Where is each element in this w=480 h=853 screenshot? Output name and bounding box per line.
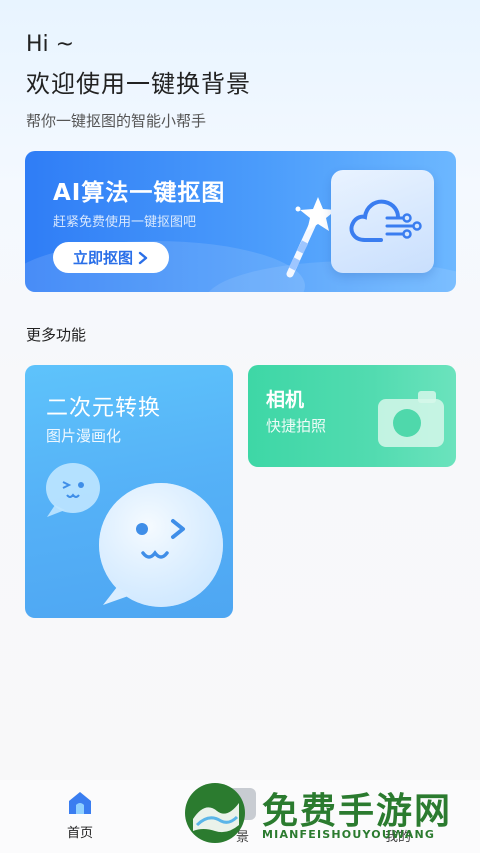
- camera-card-subtitle: 快捷拍照: [266, 417, 327, 435]
- cutout-now-button[interactable]: 立即抠图: [53, 242, 169, 273]
- page-title: 欢迎使用一键换背景: [26, 70, 251, 98]
- watermark-logo-icon: [185, 783, 245, 843]
- chevron-right-icon: [138, 251, 148, 264]
- anime-card-title: 二次元转换: [46, 396, 162, 421]
- section-title-more: 更多功能: [26, 326, 87, 344]
- watermark-url: MIANFEISHOUYOUWANG: [262, 828, 436, 841]
- camera-icon: [378, 391, 444, 447]
- watermark-text: 免费手游网: [262, 791, 453, 832]
- anime-card-subtitle: 图片漫画化: [46, 427, 122, 445]
- ai-cutout-banner[interactable]: AI算法一键抠图 赶紧免费使用一键抠图吧 立即抠图: [25, 151, 456, 292]
- cloud-ai-icon: [349, 199, 422, 242]
- banner-title: AI算法一键抠图: [53, 180, 226, 206]
- magic-wand-icon: [286, 195, 336, 278]
- chat-face-icon: [46, 463, 223, 607]
- nav-home-label: 首页: [66, 826, 93, 841]
- page-subtitle: 帮你一键抠图的智能小帮手: [26, 112, 207, 130]
- banner-subtitle: 赶紧免费使用一键抠图吧: [53, 215, 197, 230]
- camera-card-title: 相机: [266, 389, 305, 411]
- camera-card[interactable]: 相机 快捷拍照: [248, 365, 456, 467]
- anime-convert-card[interactable]: 二次元转换 图片漫画化: [25, 365, 233, 618]
- nav-home[interactable]: 首页: [56, 790, 104, 850]
- cloud-ai-tile: [331, 170, 434, 273]
- greeting-hi: Hi ~: [26, 32, 75, 57]
- home-icon: [69, 792, 91, 814]
- cutout-now-label: 立即抠图: [72, 249, 133, 267]
